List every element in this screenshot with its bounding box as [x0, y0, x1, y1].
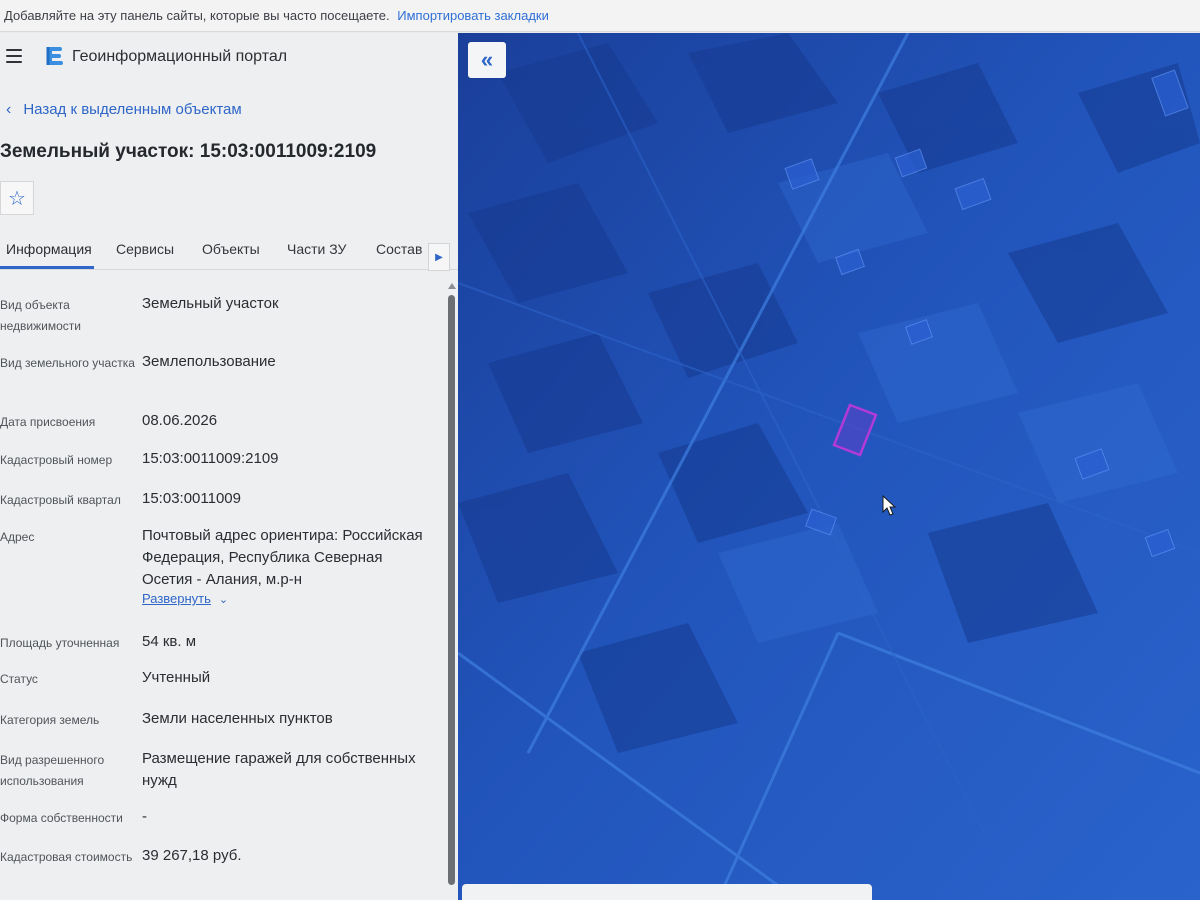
- property-value: Землепользование: [142, 353, 276, 370]
- tab-services[interactable]: Сервисы: [116, 241, 174, 257]
- property-label: Статус: [0, 672, 38, 686]
- portal-title: Геоинформационный портал: [72, 48, 288, 65]
- property-value: -: [142, 808, 147, 825]
- property-value: 15:03:0011009: [142, 490, 241, 507]
- back-to-selected-link[interactable]: ‹ Назад к выделенным объектам: [6, 101, 242, 119]
- property-value: Земельный участок: [142, 295, 279, 312]
- property-label: Вид разрешенного использования: [0, 753, 105, 788]
- import-bookmarks-link[interactable]: Импортировать закладки: [397, 8, 549, 23]
- property-label: Вид земельного участка: [0, 356, 135, 370]
- property-label: Кадастровый квартал: [0, 493, 121, 507]
- property-label: Форма собственности: [0, 811, 123, 825]
- property-value: Учтенный: [142, 669, 211, 686]
- scroll-up-arrow[interactable]: [448, 283, 456, 289]
- tab-parts[interactable]: Части ЗУ: [287, 241, 346, 257]
- chevron-left-icon: ‹: [6, 101, 12, 118]
- top-bar: Геоинформационный портал: [0, 33, 458, 81]
- expand-label: Развернуть: [142, 591, 211, 606]
- map-view[interactable]: [458, 33, 1200, 900]
- star-icon: ☆: [8, 187, 26, 210]
- tab-objects[interactable]: Объекты: [202, 241, 260, 257]
- property-value-address: Почтовый адрес ориентира: Российская Фед…: [142, 527, 423, 588]
- property-value: Земли населенных пунктов: [142, 710, 333, 727]
- tab-composition[interactable]: Состав: [376, 241, 422, 257]
- property-label: Категория земель: [0, 713, 100, 727]
- expand-address-link[interactable]: Развернуть ⌄: [142, 591, 228, 606]
- active-tab-indicator: [0, 266, 94, 269]
- bookmarks-bar: Добавляйте на эту панель сайты, которые …: [0, 0, 1200, 32]
- tab-bar: Информация Сервисы Объекты Части ЗУ Сост…: [0, 233, 458, 270]
- map-bottom-card[interactable]: [462, 884, 872, 900]
- property-label: Вид объекта недвижимости: [0, 298, 81, 333]
- property-label: Кадастровый номер: [0, 453, 113, 467]
- chevron-down-icon: ⌄: [218, 594, 229, 606]
- property-value: 15:03:0011009:2109: [142, 450, 279, 467]
- property-value: Размещение гаражей для собственных нужд: [142, 750, 416, 789]
- property-value: 08.06.2026: [142, 412, 218, 429]
- property-label: Кадастровая стоимость: [0, 850, 133, 864]
- collapse-panel-button[interactable]: «: [468, 42, 506, 78]
- property-label: Дата присвоения: [0, 415, 96, 429]
- tabs-next-button[interactable]: ▶: [428, 243, 450, 271]
- favorite-button[interactable]: ☆: [0, 181, 34, 215]
- panel-scrollbar[interactable]: [448, 295, 455, 885]
- double-chevron-left-icon: «: [480, 47, 494, 72]
- property-value: 39 267,18 руб.: [142, 847, 242, 864]
- hamburger-icon[interactable]: [6, 49, 22, 63]
- info-panel: Геоинформационный портал ‹ Назад к выделе…: [0, 33, 458, 900]
- object-title: Земельный участок: 15:03:0011009:2109: [0, 141, 377, 162]
- satellite-map[interactable]: [458, 33, 1200, 900]
- property-label: Адрес: [0, 530, 35, 544]
- tab-information[interactable]: Информация: [6, 241, 92, 257]
- portal-logo-icon: [46, 47, 63, 65]
- property-label: Площадь уточненная: [0, 636, 120, 650]
- chevron-right-icon: ▶: [435, 251, 443, 263]
- back-link-label: Назад к выделенным объектам: [23, 101, 242, 118]
- property-value: 54 кв. м: [142, 633, 197, 650]
- bookmarks-hint: Добавляйте на эту панель сайты, которые …: [4, 8, 390, 23]
